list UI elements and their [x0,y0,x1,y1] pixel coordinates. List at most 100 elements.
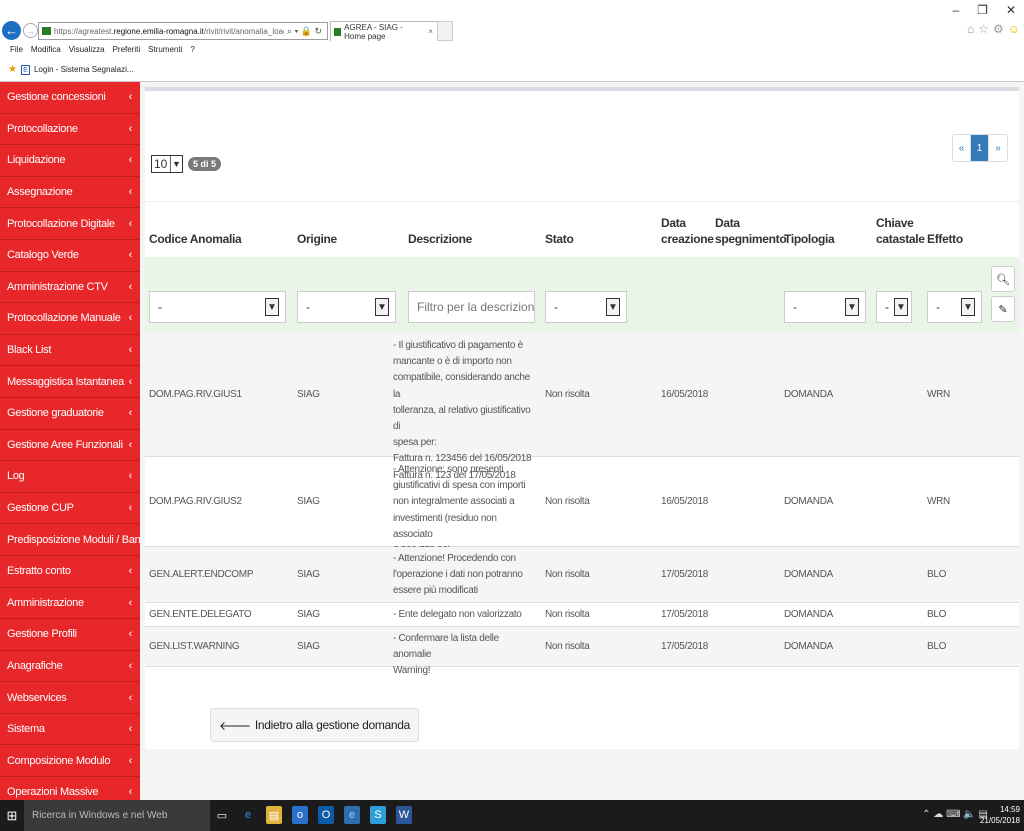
column-header-effetto[interactable]: Effetto [927,231,963,247]
task-view-icon[interactable]: ▭ [214,806,230,824]
address-actions-icon[interactable]: ⌕ ▾ 🔒 ↻ [287,26,322,37]
clear-filters-button[interactable]: ✎ [991,296,1015,322]
sidebar-item[interactable]: Gestione graduatorie ‹ [0,398,140,430]
filter-tipologia-select[interactable]: - ▼ [784,291,866,323]
sidebar-item[interactable]: Predisposizione Moduli / Bandi‹ [0,524,152,556]
sidebar-item[interactable]: Estratto conto ‹ [0,556,140,588]
chevron-left-icon: ‹ [128,312,133,325]
sidebar-item[interactable]: Gestione CUP ‹ [0,493,140,525]
menu-file[interactable]: File [10,45,23,54]
home-icon[interactable]: ⌂ [967,22,974,36]
filter-codice-select[interactable]: - ▼ [149,291,286,323]
column-header-chiave-catastale[interactable]: Chiave catastale [876,215,925,247]
internet-explorer-icon[interactable]: e [344,806,360,824]
menu-preferiti[interactable]: Preferiti [113,45,141,54]
menu-help[interactable]: ? [190,45,194,54]
page-size-value: 10 [154,157,168,171]
back-arrow-icon[interactable]: ← [2,21,21,40]
edge-icon[interactable]: e [240,806,256,824]
sidebar-item[interactable]: Protocollazione Manuale ‹ [0,303,140,335]
back-to-domanda-button[interactable]: 🡐 Indietro alla gestione domanda [210,708,420,742]
sidebar-item[interactable]: Catalogo Verde ‹ [0,240,140,272]
skype-icon[interactable]: S [370,806,386,824]
anomalies-panel: 10 ▼ 5 di 5 « 1 » Codice Anomalia Origin… [145,87,1019,749]
browser-tab[interactable]: AGREA - SIAG - Home page × [330,21,438,41]
sidebar-item[interactable]: Liquidazione ‹ [0,145,140,177]
settings-gear-icon[interactable]: ⚙ [993,22,1004,36]
sidebar-item[interactable]: Assegnazione ‹ [0,177,140,209]
file-explorer-icon[interactable]: ▤ [266,806,282,824]
table-row[interactable]: DOM.PAG.RIV.GIUS1 SIAG Non risolta 16/05/20… [145,333,1019,481]
sidebar-item[interactable]: Log ‹ [0,461,140,493]
chevron-down-icon: ▼ [845,298,859,316]
taskbar-search[interactable]: Ricerca in Windows e nel Web [24,800,210,831]
filter-descrizione-input[interactable] [408,291,535,323]
restore-icon[interactable]: ❐ [977,3,988,17]
sidebar-item[interactable]: Gestione concessioni ‹ [0,82,140,114]
table-row[interactable]: GEN.ALERT.ENDCOMP SIAG Non risolta 17/05/20… [145,547,1019,603]
table-row[interactable]: GEN.ENTE.DELEGATO SIAG Non risolta 17/05/20… [145,603,1019,627]
column-header-tipologia[interactable]: Tipologia [784,231,835,247]
table-row[interactable]: GEN.LIST.WARNING SIAG Non risolta 17/05/201… [145,627,1019,676]
windows-start-icon[interactable]: ⊞ [0,800,24,831]
filter-chiave-select[interactable]: - ▼ [876,291,912,323]
favorites-star-icon[interactable]: ☆ [978,22,989,36]
sidebar-item[interactable]: Webservices ‹ [0,682,140,714]
page-size-select[interactable]: 10 ▼ [151,155,183,173]
filter-effetto-select[interactable]: - ▼ [927,291,982,323]
sidebar-item-label: Liquidazione [7,154,66,167]
chevron-left-icon: ‹ [128,502,133,515]
descrizione-line: compatibile, considerando anche la [393,372,530,400]
sidebar-item[interactable]: Sistema ‹ [0,714,140,746]
sidebar-item[interactable]: Messaggistica Istantanea ‹ [0,366,140,398]
filter-stato-select[interactable]: - ▼ [545,291,627,323]
feedback-smiley-icon[interactable]: ☺ [1008,22,1020,36]
table-row[interactable]: DOM.PAG.RIV.GIUS2 SIAG Non risolta 16/05/20… [145,457,1019,556]
cell-effetto: BLO [927,641,947,652]
tab-close-icon[interactable]: × [428,27,433,36]
column-header-data-creazione[interactable]: Data creazione [661,215,714,247]
pagination-page-1[interactable]: 1 [971,135,989,161]
sidebar-item-label: Predisposizione Moduli / Bandi [7,533,149,546]
sidebar-item[interactable]: Amministrazione ‹ [0,588,140,620]
menu-strumenti[interactable]: Strumenti [148,45,182,54]
column-header-text: creazione [661,232,714,246]
new-tab-button[interactable] [437,21,453,41]
system-tray-icons[interactable]: ⌃ ☁ ⌨ 🔈 ▤ [922,809,988,820]
cell-stato: Non risolta [545,641,590,652]
sidebar-item[interactable]: Amministrazione CTV ‹ [0,272,140,304]
menu-modifica[interactable]: Modifica [31,45,61,54]
address-url[interactable]: https://agreatest.regione.emilia-romagna… [54,27,284,36]
column-header-data-spegnimento[interactable]: Data spegnimento [715,215,787,247]
outlook-icon[interactable]: o [292,806,308,824]
forward-arrow-icon[interactable]: → [23,23,38,38]
minimize-icon[interactable]: – [952,3,959,17]
pagination-prev[interactable]: « [953,135,971,161]
taskbar-clock[interactable]: 14:59 21/05/2018 [980,804,1020,826]
sidebar-item[interactable]: Protocollazione ‹ [0,114,140,146]
column-header-codice[interactable]: Codice Anomalia [149,231,242,247]
sidebar-item[interactable]: Composizione Modulo ‹ [0,745,140,778]
menu-visualizza[interactable]: Visualizza [69,45,105,54]
column-header-origine[interactable]: Origine [297,231,337,247]
favorite-link[interactable]: Login - Sistema Segnalazi... [34,65,134,74]
outlook-app-icon[interactable]: O [318,806,334,824]
filter-origine-select[interactable]: - ▼ [297,291,396,323]
sidebar-item[interactable]: Black List ‹ [0,335,140,367]
cell-tipologia: DOMANDA [784,389,834,400]
sidebar-item[interactable]: Protocollazione Digitale ‹ [0,208,140,240]
address-bar[interactable]: https://agreatest.regione.emilia-romagna… [38,22,328,40]
pagination-next[interactable]: » [989,135,1007,161]
count-badge: 5 di 5 [188,157,222,171]
favorites-star-icon[interactable]: ★ [8,64,17,75]
column-header-stato[interactable]: Stato [545,231,574,247]
cell-effetto: BLO [927,569,947,580]
search-button[interactable]: 🔍︎ [991,266,1015,292]
word-icon[interactable]: W [396,806,412,824]
sidebar-item[interactable]: Gestione Profili ‹ [0,619,140,651]
close-icon[interactable]: ✕ [1006,3,1016,17]
column-header-descrizione[interactable]: Descrizione [408,231,472,247]
sidebar-item[interactable]: Gestione Aree Funzionali ‹ [0,430,140,462]
sidebar-item[interactable]: Anagrafiche ‹ [0,651,140,683]
chevron-left-icon: ‹ [128,754,133,767]
